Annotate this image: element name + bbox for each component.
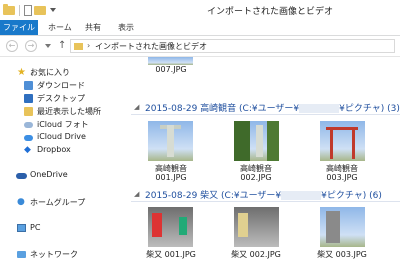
network-icon — [17, 251, 26, 258]
tab-file[interactable]: ファイル — [0, 20, 38, 35]
thumbnail-takasaki-002[interactable] — [234, 121, 279, 161]
icloud-drive-icon — [24, 135, 33, 141]
title-bar: インポートされた画像とビデオ — [0, 0, 400, 20]
file-list: 007.JPG ◢ 2015-08-29 高崎観音 (C:¥ユーザー¥ ¥ピクチャ… — [131, 57, 400, 263]
file-name-ext[interactable]: 002.JPG — [226, 173, 286, 182]
file-name[interactable]: 柴又 002.JPG — [226, 250, 286, 259]
ribbon-tabs: ファイル ホーム 共有 表示 — [0, 20, 400, 36]
tab-share[interactable]: 共有 — [85, 20, 101, 35]
image-detail — [352, 129, 355, 159]
thumbnail-shibamata-001[interactable] — [148, 207, 193, 247]
collapse-icon[interactable]: ◢ — [134, 103, 139, 111]
window-title: インポートされた画像とビデオ — [206, 7, 333, 17]
sidebar-item-icloud-drive[interactable]: iCloud Drive — [0, 131, 130, 144]
sidebar-item-icloud-photos[interactable]: iCloud フォト — [0, 118, 130, 131]
group-header-label: 2015-08-29 高崎観音 (C:¥ユーザー¥ ¥ピクチャ) (3) — [145, 104, 400, 114]
sidebar-item-label: Dropbox — [37, 145, 71, 154]
thumbnail-shibamata-002[interactable] — [234, 207, 279, 247]
sidebar-item-label: 最近表示した場所 — [37, 107, 101, 116]
image-detail — [330, 129, 333, 159]
thumbnail[interactable] — [148, 57, 193, 65]
file-name[interactable]: 高崎観音 — [226, 164, 286, 173]
sidebar-item-pc[interactable]: PC — [0, 222, 130, 235]
sidebar-item-recent-places[interactable]: 最近表示した場所 — [0, 105, 130, 118]
homegroup-icon: ● — [17, 197, 25, 207]
navigation-bar: ← → ↑ › インポートされた画像とビデオ — [0, 36, 400, 57]
sidebar-item-desktop[interactable]: デスクトップ — [0, 92, 130, 105]
sidebar-item-network[interactable]: ネットワーク — [0, 248, 130, 261]
sidebar-item-label: PC — [30, 223, 41, 232]
sidebar-item-label: OneDrive — [30, 170, 68, 179]
redacted-name — [281, 191, 322, 200]
sidebar-item-onedrive[interactable]: OneDrive — [0, 169, 130, 182]
icloud-photos-icon — [24, 122, 33, 128]
image-detail — [167, 125, 174, 157]
tab-home[interactable]: ホーム — [48, 20, 72, 35]
onedrive-icon — [16, 173, 27, 179]
sidebar-item-label: ダウンロード — [37, 81, 85, 90]
navigation-pane: ★ お気に入り ダウンロード デスクトップ 最近表示した場所 iCloud フォ… — [0, 57, 130, 263]
file-name[interactable]: 柴又 003.JPG — [312, 250, 372, 259]
file-name-ext[interactable]: 003.JPG — [312, 173, 372, 182]
sidebar-item-label: デスクトップ — [37, 94, 85, 103]
image-detail — [152, 213, 162, 237]
thumbnail-shibamata-003[interactable] — [320, 207, 365, 247]
sidebar-item-homegroup[interactable]: ● ホームグループ — [0, 196, 130, 209]
group-header-takasaki[interactable]: ◢ 2015-08-29 高崎観音 (C:¥ユーザー¥ ¥ピクチャ) (3) — [131, 101, 400, 114]
file-name-ext[interactable]: 001.JPG — [141, 173, 201, 182]
group-header-label: 2015-08-29 柴又 (C:¥ユーザー¥ ¥ピクチャ) (6) — [145, 191, 382, 201]
image-detail — [179, 217, 187, 235]
sidebar-item-label: iCloud フォト — [37, 120, 89, 129]
image-detail — [326, 211, 340, 243]
sidebar-item-label: ホームグループ — [30, 198, 86, 207]
tab-view[interactable]: 表示 — [118, 20, 134, 35]
breadcrumb[interactable]: インポートされた画像とビデオ — [95, 41, 207, 52]
image-detail — [234, 121, 250, 161]
back-icon[interactable]: ← — [6, 40, 18, 52]
breadcrumb-chevron-icon[interactable]: › — [87, 41, 90, 50]
address-bar[interactable]: › インポートされた画像とビデオ — [70, 39, 395, 53]
forward-icon[interactable]: → — [25, 40, 37, 52]
group-header-shibamata[interactable]: ◢ 2015-08-29 柴又 (C:¥ユーザー¥ ¥ピクチャ) (6) — [131, 188, 400, 201]
file-name[interactable]: 高崎観音 — [141, 164, 201, 173]
group-divider — [131, 114, 400, 115]
thumbnail-takasaki-001[interactable] — [148, 121, 193, 161]
image-detail — [238, 213, 248, 237]
image-detail — [256, 125, 263, 157]
sidebar-item-label: お気に入り — [30, 68, 70, 77]
group-divider — [131, 201, 400, 202]
sidebar-item-favorites[interactable]: ★ お気に入り — [0, 66, 130, 79]
thumbnail-takasaki-003[interactable] — [320, 121, 365, 161]
desktop-icon — [24, 94, 33, 103]
redacted-name — [299, 104, 340, 113]
dropbox-icon: ◆ — [24, 145, 31, 155]
star-icon: ★ — [17, 67, 26, 78]
collapse-icon[interactable]: ◢ — [134, 190, 139, 198]
up-icon[interactable]: ↑ — [58, 40, 66, 52]
sidebar-item-label: iCloud Drive — [37, 132, 86, 141]
recent-places-icon — [24, 107, 33, 116]
sidebar-item-downloads[interactable]: ダウンロード — [0, 79, 130, 92]
image-detail — [267, 121, 279, 161]
file-name[interactable]: 007.JPG — [141, 65, 201, 74]
sidebar-item-label: ネットワーク — [30, 250, 78, 259]
file-name[interactable]: 柴又 001.JPG — [141, 250, 201, 259]
pc-icon — [17, 224, 26, 232]
file-name[interactable]: 高崎観音 — [312, 164, 372, 173]
folder-icon — [74, 43, 83, 50]
recent-locations-icon[interactable] — [45, 44, 51, 48]
downloads-icon — [24, 81, 33, 90]
sidebar-item-dropbox[interactable]: ◆ Dropbox — [0, 144, 130, 157]
